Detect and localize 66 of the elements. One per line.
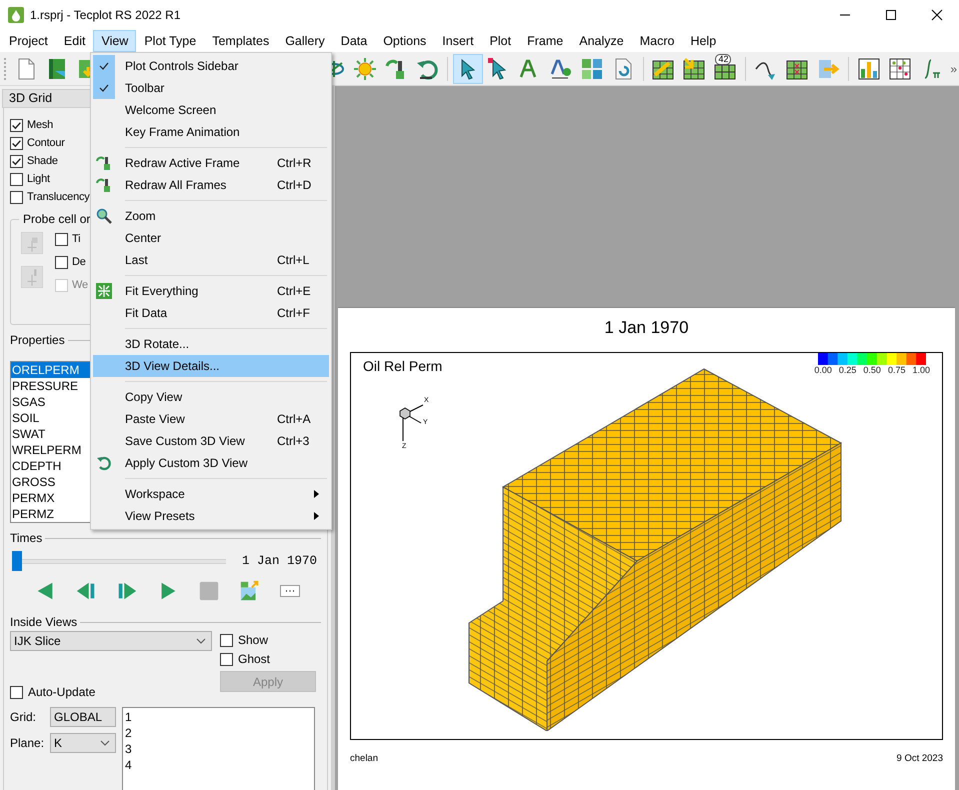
more-tools-button[interactable]: » — [948, 62, 959, 76]
menu-entry[interactable]: Apply Custom 3D View — [93, 452, 329, 474]
section-title: Properties — [10, 333, 65, 347]
menu-entry[interactable]: Last Ctrl+L — [93, 249, 329, 271]
scale-label: 0.25 — [838, 365, 856, 375]
menu-item[interactable]: Help — [682, 30, 724, 52]
plot-title: Oil Rel Perm — [363, 358, 442, 374]
window-title: 1.rsprj - Tecplot RS 2022 R1 — [30, 8, 181, 22]
menu-entry[interactable]: View Presets — [93, 505, 329, 527]
checkbox-label: Auto-Update — [28, 685, 96, 699]
checkbox-label: Ti — [72, 233, 80, 245]
menu-entry[interactable]: Plot Controls Sidebar — [93, 55, 329, 77]
menu-item[interactable]: Options — [375, 30, 434, 52]
checkbox-label: Mesh — [27, 119, 54, 131]
menu-item[interactable]: Plot — [482, 30, 520, 52]
footer-text: chelan — [350, 753, 378, 764]
scale-label: 0.50 — [863, 365, 881, 375]
menu-entry[interactable]: Key Frame Animation — [93, 121, 329, 143]
section-title: Times — [10, 531, 42, 545]
menu-item[interactable]: Templates — [204, 30, 278, 52]
menu-item[interactable]: Plot Type — [136, 30, 204, 52]
menu-entry[interactable]: Save Custom 3D View Ctrl+3 — [93, 430, 329, 452]
menu-item[interactable]: Frame — [519, 30, 572, 52]
menu-entry[interactable]: Fit Data Ctrl+F — [93, 302, 329, 324]
time-value: 1 Jan 1970 — [242, 554, 318, 568]
menu-entry[interactable]: Fit Everything Ctrl+E — [93, 280, 329, 302]
scale-label: 1.00 — [912, 365, 930, 375]
scale-label: 0.75 — [888, 365, 906, 375]
menu-item[interactable]: Macro — [632, 30, 682, 52]
checkbox-label: Ghost — [238, 652, 270, 666]
field-label: Plane: — [10, 736, 46, 750]
menu-entry[interactable]: 3D View Details... — [93, 355, 329, 377]
slice-mode-dropdown[interactable]: IJK Slice — [10, 631, 212, 651]
checkbox-label: De — [72, 256, 86, 268]
menu-item[interactable]: Edit — [56, 30, 94, 52]
checkbox-label: Shade — [27, 155, 58, 167]
section-title: Inside Views — [10, 615, 78, 629]
menu-item[interactable]: Insert — [434, 30, 482, 52]
checkbox-label: Translucency — [27, 191, 90, 203]
field-label: Grid: — [10, 710, 38, 724]
menu-entry[interactable]: 3D Rotate... — [93, 333, 329, 355]
scale-label: 0.00 — [814, 365, 832, 375]
menu-entry[interactable]: Copy View — [93, 386, 329, 408]
menu-entry[interactable]: Redraw Active Frame Ctrl+R — [93, 152, 329, 174]
checkbox-label: Show — [238, 633, 268, 647]
list-item[interactable]: 3 — [125, 742, 312, 758]
menu-item[interactable]: Project — [1, 30, 56, 52]
menu-item[interactable]: Analyze — [571, 30, 632, 52]
footer-date: 9 Oct 2023 — [896, 753, 943, 764]
checkbox-label: Contour — [27, 137, 65, 149]
checkbox-label: Light — [27, 173, 50, 185]
menu-item[interactable]: Data — [332, 30, 376, 52]
checkbox-label: We — [72, 279, 88, 291]
list-item[interactable]: 4 — [125, 758, 312, 774]
menu-entry[interactable]: Zoom — [93, 205, 329, 227]
list-item[interactable]: 2 — [125, 726, 312, 742]
list-item[interactable]: 1 — [125, 710, 312, 726]
grid-dropdown[interactable]: GLOBAL — [50, 707, 116, 727]
plane-dropdown[interactable]: K — [50, 733, 116, 753]
menu-item[interactable]: View — [93, 30, 136, 52]
menu-entry[interactable]: Paste View Ctrl+A — [93, 408, 329, 430]
frame-title: 1 Jan 1970 — [604, 318, 689, 338]
menu-entry[interactable]: Center — [93, 227, 329, 249]
menu-entry[interactable]: Redraw All Frames Ctrl+D — [93, 174, 329, 196]
menu-entry[interactable]: Workspace — [93, 483, 329, 505]
menu-item[interactable]: Gallery — [277, 30, 333, 52]
